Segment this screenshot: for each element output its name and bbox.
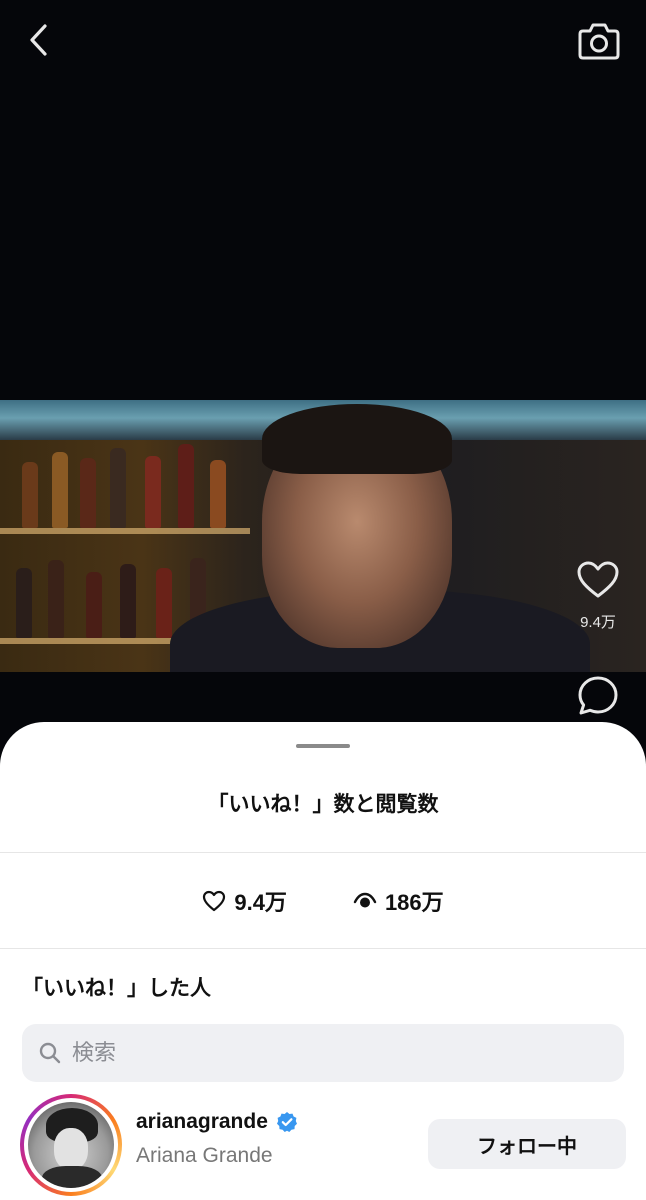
sheet-grabber[interactable] [296,744,350,748]
eye-icon [353,892,377,908]
username-line: arianagrande [136,1110,298,1134]
camera-button[interactable] [574,16,624,66]
heart-icon [203,890,226,912]
likes-views-sheet: 「いいね！」数と閲覧数 9.4万 186万 「いいね！」した人 検索 arian… [0,722,646,1200]
sheet-title: 「いいね！」数と閲覧数 [207,793,439,816]
camera-icon [578,23,620,60]
full-name: Ariana Grande [136,1144,273,1167]
back-button[interactable] [18,20,58,60]
back-chevron-icon [30,24,47,56]
search-bar[interactable] [22,1024,624,1082]
search-input[interactable] [72,1040,592,1066]
views-count: 186万 [384,890,444,915]
video-like-count: 9.4万 [580,614,616,631]
likes-count: 9.4万 [234,890,287,915]
following-button[interactable]: フォロー中 [428,1119,626,1169]
video-frame[interactable] [0,400,646,672]
avatar[interactable] [20,1094,122,1196]
username[interactable]: arianagrande [136,1110,268,1134]
comment-icon [578,676,618,715]
likes-stat: 9.4万 [202,885,287,917]
liked-by-heading: 「いいね！」した人 [22,977,211,1000]
user-row[interactable]: arianagrande Ariana Grande フォロー中 [0,1092,646,1200]
video-viewer[interactable]: 9.4万 [0,0,646,760]
search-icon [39,1042,61,1064]
divider [0,852,646,853]
heart-icon [577,561,619,598]
verified-badge-icon [276,1112,297,1132]
video-like-button[interactable]: 9.4万 [566,560,630,640]
stats-row: 9.4万 186万 [0,884,646,918]
divider [0,948,646,949]
views-stat: 186万 [353,885,444,917]
avatar-photo [28,1102,114,1188]
video-comment-button[interactable] [576,674,620,718]
